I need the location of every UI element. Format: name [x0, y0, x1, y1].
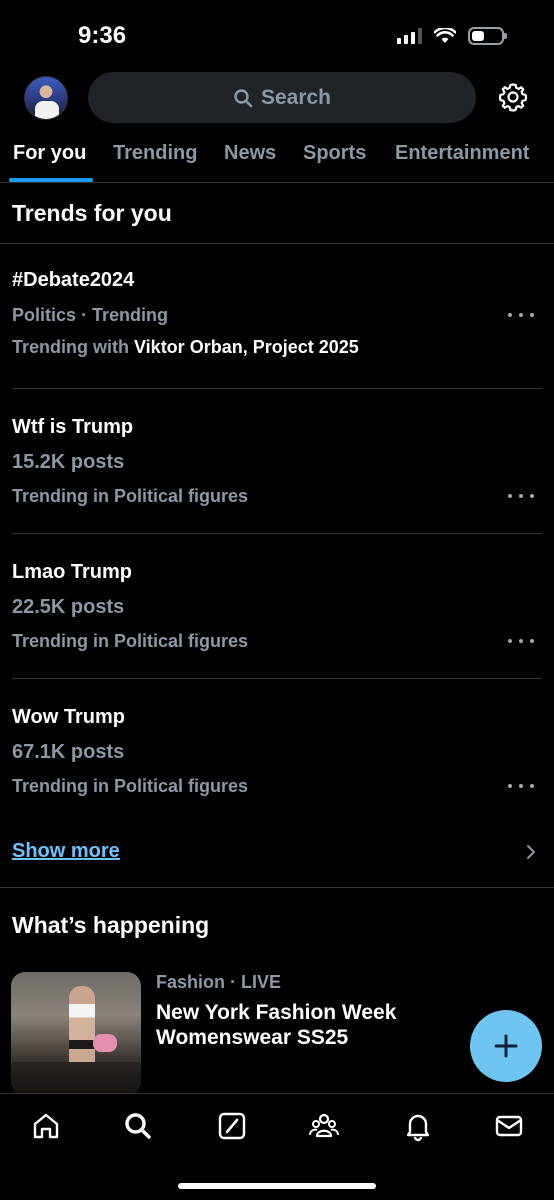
- happening-thumbnail[interactable]: [11, 972, 141, 1096]
- trend-post-count: 67.1K posts: [12, 741, 125, 763]
- status-bar: 9:36: [0, 0, 554, 72]
- divider: [0, 887, 554, 888]
- search-icon[interactable]: [122, 1110, 154, 1142]
- home-icon[interactable]: [30, 1110, 62, 1142]
- explore-tabs: For you Trending News Sports Entertainme…: [0, 128, 554, 183]
- avatar[interactable]: [24, 76, 68, 120]
- happening-title[interactable]: New York Fashion Week Womenswear SS25: [156, 1000, 456, 1050]
- happening-section-title: What’s happening: [12, 912, 210, 938]
- tab-for-you[interactable]: For you: [13, 142, 86, 165]
- notifications-icon[interactable]: [402, 1110, 434, 1142]
- trend-context: Trending in Political figures: [12, 486, 249, 506]
- status-icons: [397, 27, 507, 45]
- communities-icon[interactable]: [308, 1110, 340, 1142]
- status-time: 9:36: [78, 22, 127, 49]
- more-options-icon[interactable]: [508, 634, 534, 648]
- trends-section-title: Trends for you: [12, 200, 172, 226]
- tab-news[interactable]: News: [224, 142, 276, 165]
- trend-item[interactable]: #Debate2024 Politics · Trending Trending…: [0, 244, 554, 389]
- search-input[interactable]: Search: [88, 72, 476, 123]
- trend-post-count: 15.2K posts: [12, 451, 125, 473]
- header: Search: [0, 72, 554, 128]
- wifi-icon: [434, 28, 456, 43]
- happening-meta: Fashion · LIVE: [156, 972, 282, 992]
- trend-title: Lmao Trump: [12, 561, 133, 583]
- tab-trending[interactable]: Trending: [113, 142, 197, 165]
- trend-context: Trending with Viktor Orban, Project 2025: [12, 337, 359, 357]
- home-indicator[interactable]: [178, 1183, 376, 1189]
- tab-sports[interactable]: Sports: [303, 142, 366, 165]
- trend-context-names: Viktor Orban, Project 2025: [134, 337, 359, 357]
- more-options-icon[interactable]: [508, 779, 534, 793]
- trend-post-count: 22.5K posts: [12, 596, 125, 618]
- more-options-icon[interactable]: [508, 308, 534, 322]
- trend-context: Trending in Political figures: [12, 631, 249, 651]
- compose-post-button[interactable]: [470, 1010, 542, 1082]
- cellular-signal-icon: [397, 28, 422, 44]
- chevron-right-icon[interactable]: [524, 842, 538, 862]
- show-more-link[interactable]: Show more: [12, 840, 120, 863]
- more-options-icon[interactable]: [508, 489, 534, 503]
- trend-context: Trending in Political figures: [12, 776, 249, 796]
- plus-icon: [494, 1034, 518, 1058]
- battery-icon: [468, 27, 507, 45]
- trend-title: Wtf is Trump: [12, 416, 134, 438]
- trend-item[interactable]: Lmao Trump 22.5K posts Trending in Polit…: [0, 534, 554, 679]
- settings-gear-icon[interactable]: [498, 82, 528, 112]
- trend-item[interactable]: Wtf is Trump 15.2K posts Trending in Pol…: [0, 389, 554, 534]
- trend-item[interactable]: Wow Trump 67.1K posts Trending in Politi…: [0, 679, 554, 819]
- trend-title: Wow Trump: [12, 706, 125, 728]
- trend-title: #Debate2024: [12, 269, 135, 291]
- trend-category: Politics · Trending: [12, 305, 169, 325]
- active-tab-indicator: [9, 178, 93, 182]
- tab-entertainment[interactable]: Entertainment: [395, 142, 529, 165]
- search-icon: [234, 88, 253, 107]
- messages-icon[interactable]: [493, 1110, 525, 1142]
- search-placeholder: Search: [260, 85, 332, 109]
- grok-icon[interactable]: [216, 1110, 248, 1142]
